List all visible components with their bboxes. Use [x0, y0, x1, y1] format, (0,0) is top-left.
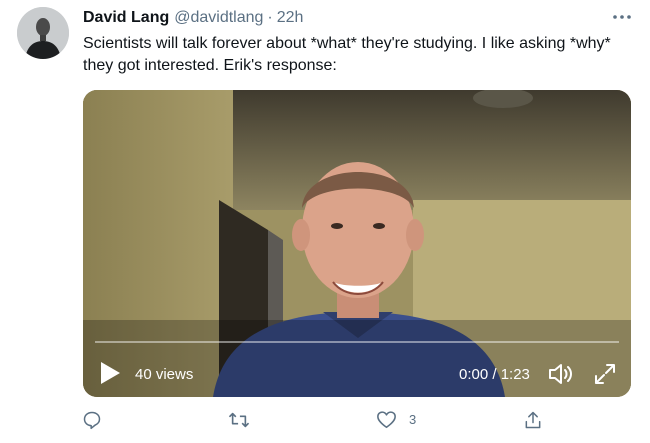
separator-dot: ·	[267, 9, 273, 26]
share-button[interactable]	[523, 410, 543, 430]
avatar[interactable]	[17, 7, 69, 59]
fullscreen-icon	[595, 364, 615, 384]
video-player[interactable]: 40 views 0:00 / 1:23	[83, 90, 631, 397]
video-frame	[83, 90, 631, 397]
user-handle[interactable]: @davidtlang	[174, 9, 263, 27]
like-button[interactable]: 3	[376, 410, 416, 429]
volume-icon	[549, 364, 572, 384]
tweet-actions: 3	[0, 404, 650, 438]
tweet-text: Scientists will talk forever about *what…	[83, 35, 611, 74]
retweet-icon	[228, 412, 250, 428]
play-icon	[101, 362, 120, 384]
profile-photo	[17, 7, 69, 59]
video-progress-bar[interactable]	[95, 341, 619, 343]
tweet[interactable]: David Lang @davidtlang · 22h Scientists …	[0, 0, 650, 443]
heart-icon	[377, 411, 396, 429]
more-dots-icon	[613, 15, 631, 19]
timestamp[interactable]: 22h	[277, 9, 304, 27]
view-count: 40 views	[135, 366, 194, 383]
display-name[interactable]: David Lang	[83, 9, 169, 27]
share-icon	[525, 411, 541, 429]
reply-icon	[83, 411, 101, 430]
more-options-button[interactable]	[610, 8, 634, 26]
video-time: 0:00 / 1:23	[459, 366, 530, 383]
retweet-button[interactable]	[228, 410, 250, 430]
like-count: 3	[409, 412, 417, 427]
play-button[interactable]	[99, 361, 121, 385]
reply-button[interactable]	[82, 410, 102, 430]
volume-button[interactable]	[548, 362, 574, 386]
tweet-header: David Lang @davidtlang · 22h	[83, 9, 303, 29]
fullscreen-button[interactable]	[593, 362, 617, 386]
